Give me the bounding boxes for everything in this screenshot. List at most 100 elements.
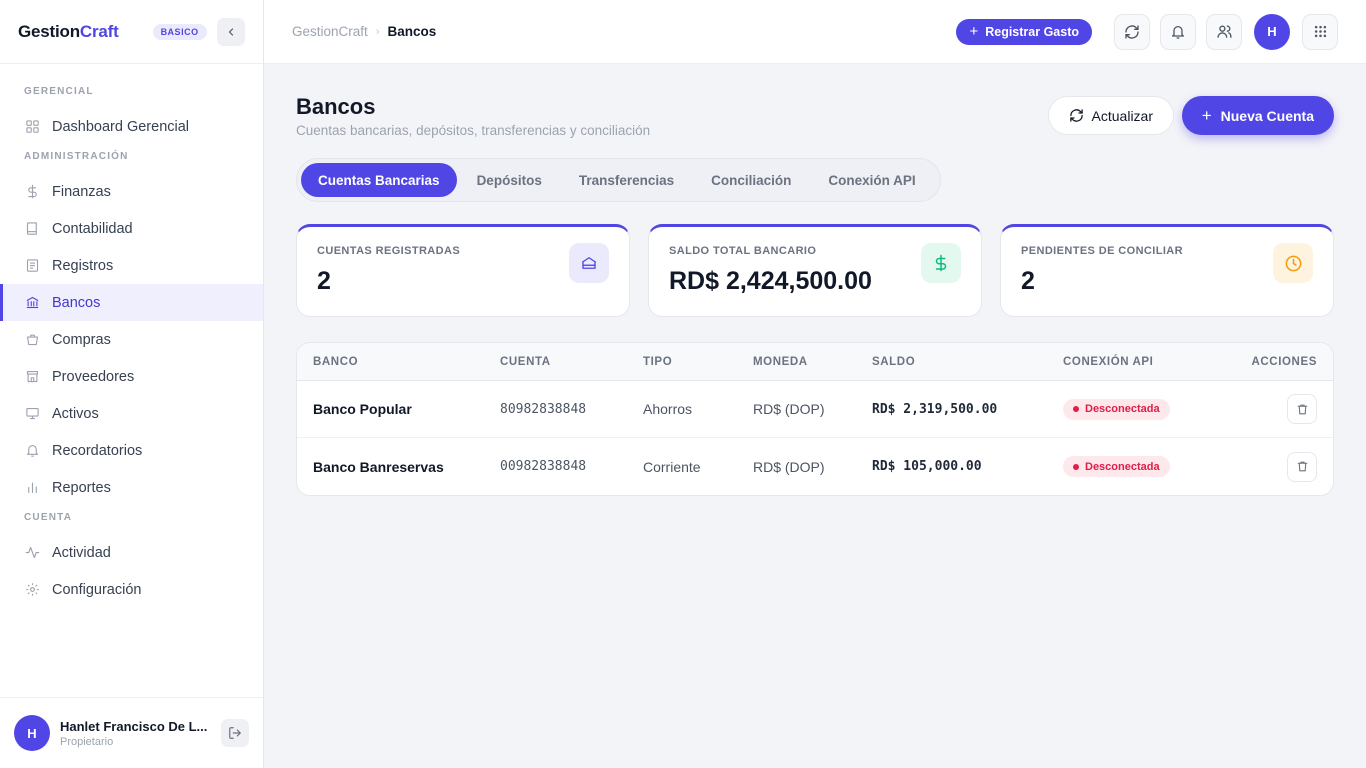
column-header-tipo[interactable]: TIPO [643, 356, 753, 368]
sidebar-nav: GERENCIAL Dashboard Gerencial ADMINISTRA… [0, 64, 263, 608]
sidebar-item-finanzas[interactable]: Finanzas [0, 173, 263, 210]
breadcrumb: GestionCraft › Bancos [292, 24, 436, 39]
tab-depositos[interactable]: Depósitos [460, 163, 559, 197]
trash-icon [1297, 461, 1307, 472]
sidebar-item-proveedores[interactable]: Proveedores [0, 358, 263, 395]
delete-button[interactable] [1287, 451, 1317, 482]
stat-card-saldo: SALDO TOTAL BANCARIO RD$ 2,424,500.00 [648, 224, 982, 317]
actions-cell [1213, 451, 1317, 482]
breadcrumb-root[interactable]: GestionCraft [292, 24, 368, 39]
nav-section-cuenta: CUENTA [24, 512, 73, 523]
balance: RD$ 2,319,500.00 [872, 401, 998, 417]
tab-conexion-api[interactable]: Conexión API [811, 163, 932, 197]
sidebar-item-compras[interactable]: Compras [0, 321, 263, 358]
account-type: Ahorros [643, 401, 693, 417]
top-user-avatar[interactable]: H [1254, 13, 1290, 50]
stat-label: SALDO TOTAL BANCARIO [669, 245, 817, 257]
column-header-conexion[interactable]: CONEXIÓN API [1063, 356, 1213, 368]
brand-logo[interactable]: GestionCraft [18, 22, 119, 42]
notifications-button[interactable] [1160, 13, 1196, 50]
sidebar-item-dashboard[interactable]: Dashboard Gerencial [0, 108, 263, 145]
account-number: 80982838848 [500, 401, 587, 417]
dollar-icon [24, 184, 40, 200]
sidebar-item-actividad[interactable]: Actividad [0, 534, 263, 571]
user-footer: H Hanlet Francisco De L... Propietario [0, 697, 263, 768]
sidebar-item-label: Registros [52, 257, 114, 274]
breadcrumb-current: Bancos [387, 24, 437, 39]
status-badge: Desconectada [1063, 398, 1170, 420]
api-status-cell: Desconectada [1063, 398, 1213, 420]
sidebar-item-label: Bancos [52, 294, 101, 311]
stat-value: 2 [317, 267, 331, 295]
sidebar-item-recordatorios[interactable]: Recordatorios [0, 432, 263, 469]
sidebar-item-label: Dashboard Gerencial [52, 118, 190, 135]
sidebar-item-label: Actividad [52, 544, 111, 561]
update-button[interactable]: Actualizar [1047, 96, 1174, 135]
nav-section-gerencial: GERENCIAL [24, 86, 94, 97]
sidebar-item-configuracion[interactable]: Configuración [0, 571, 263, 608]
book-icon [24, 221, 40, 237]
stat-label: CUENTAS REGISTRADAS [317, 245, 461, 257]
update-label: Actualizar [1091, 107, 1153, 124]
currency: RD$ (DOP) [753, 458, 825, 475]
collapse-sidebar-button[interactable] [217, 17, 245, 46]
bank-icon [569, 243, 609, 283]
status-label: Desconectada [1085, 403, 1160, 415]
users-icon [1216, 25, 1232, 38]
logout-button[interactable] [221, 719, 249, 747]
sidebar-item-bancos[interactable]: Bancos [0, 284, 263, 321]
user-info: Hanlet Francisco De L... Propietario [60, 719, 210, 748]
bank-icon [24, 295, 40, 311]
user-avatar[interactable]: H [14, 715, 50, 751]
sidebar-item-contabilidad[interactable]: Contabilidad [0, 210, 263, 247]
tab-conciliacion[interactable]: Conciliación [694, 163, 808, 197]
table-row[interactable]: Banco Banreservas 00982838848 Corriente … [297, 438, 1333, 495]
status-dot-icon [1073, 406, 1079, 412]
currency: RD$ (DOP) [753, 401, 825, 417]
column-header-banco[interactable]: BANCO [313, 356, 500, 368]
refresh-button[interactable] [1114, 13, 1150, 50]
tabs: Cuentas Bancarias Depósitos Transferenci… [296, 158, 941, 202]
nav-section-administracion: ADMINISTRACIÓN [24, 151, 129, 162]
new-account-button[interactable]: + Nueva Cuenta [1181, 96, 1334, 135]
users-button[interactable] [1206, 13, 1242, 50]
delete-button[interactable] [1287, 394, 1317, 424]
page-header: Bancos Cuentas bancarias, depósitos, tra… [296, 64, 1334, 158]
stat-card-cuentas: CUENTAS REGISTRADAS 2 [296, 224, 630, 317]
account-type: Corriente [643, 458, 701, 475]
bank-accounts-table: BANCO CUENTA TIPO MONEDA SALDO CONEXIÓN … [296, 342, 1334, 496]
column-header-moneda[interactable]: MONEDA [753, 356, 872, 368]
table-row[interactable]: Banco Popular 80982838848 Ahorros RD$ (D… [297, 381, 1333, 438]
bell-icon [24, 443, 40, 459]
clock-icon [1273, 243, 1313, 283]
plus-icon: + [1201, 105, 1212, 125]
column-header-cuenta[interactable]: CUENTA [500, 356, 643, 368]
user-name: Hanlet Francisco De L... [60, 718, 208, 734]
register-expense-button[interactable]: + Registrar Gasto [956, 18, 1092, 45]
column-header-saldo[interactable]: SALDO [872, 356, 1063, 368]
sidebar-item-label: Proveedores [52, 368, 135, 385]
refresh-icon [1125, 24, 1139, 39]
plus-icon: + [969, 23, 979, 40]
tab-transferencias[interactable]: Transferencias [562, 163, 691, 197]
sidebar-item-reportes[interactable]: Reportes [0, 469, 263, 506]
user-role: Propietario [60, 735, 114, 748]
trash-icon [1297, 404, 1307, 414]
status-badge: Desconectada [1063, 456, 1170, 477]
actions-cell [1213, 394, 1317, 424]
stat-card-pendientes: PENDIENTES DE CONCILIAR 2 [1000, 224, 1334, 317]
sidebar-item-activos[interactable]: Activos [0, 395, 263, 432]
sidebar-item-registros[interactable]: Registros [0, 247, 263, 284]
top-actions: + Registrar Gasto H [956, 13, 1338, 50]
sidebar-item-label: Compras [52, 331, 111, 348]
monitor-icon [24, 406, 40, 422]
grid-icon [24, 119, 40, 135]
account-number: 00982838848 [500, 459, 587, 474]
tab-cuentas-bancarias[interactable]: Cuentas Bancarias [301, 163, 457, 197]
main-content: Bancos Cuentas bancarias, depósitos, tra… [264, 64, 1366, 768]
stat-label: PENDIENTES DE CONCILIAR [1021, 245, 1183, 257]
new-account-label: Nueva Cuenta [1220, 107, 1314, 124]
apps-button[interactable] [1302, 13, 1338, 50]
balance: RD$ 105,000.00 [872, 459, 982, 474]
document-icon [24, 258, 40, 274]
